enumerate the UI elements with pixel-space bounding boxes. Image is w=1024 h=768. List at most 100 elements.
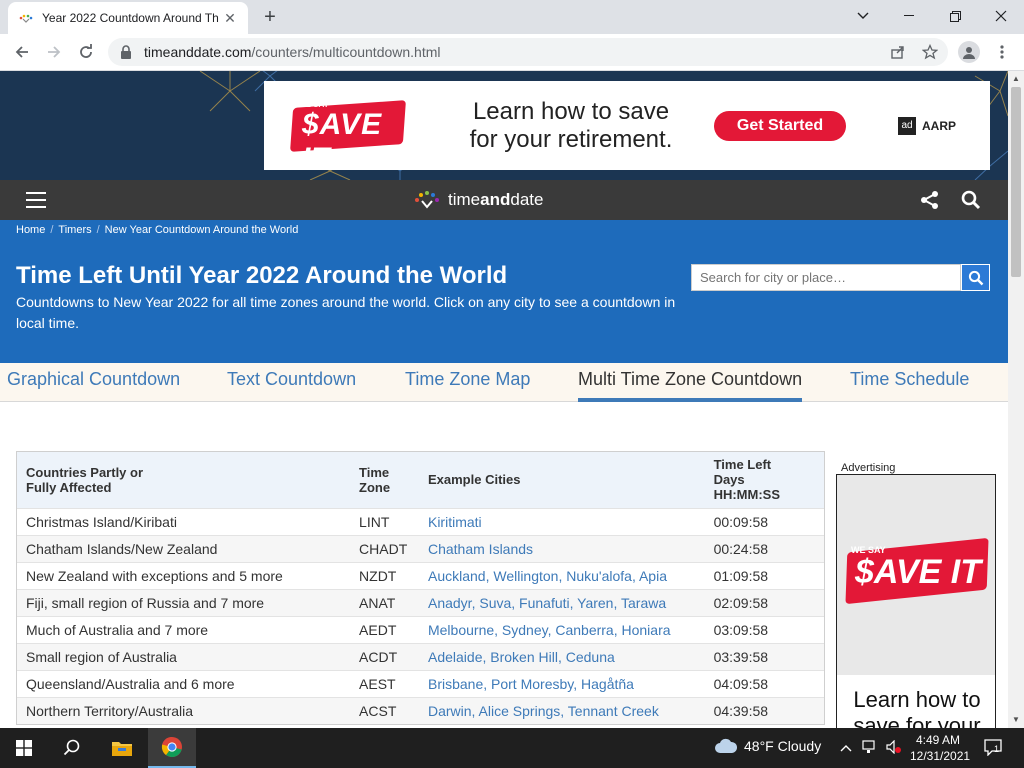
cell-time-left: 03:39:58 [713, 648, 769, 665]
cell-time-zone: LINT [359, 513, 390, 530]
bookmark-star-icon[interactable] [920, 42, 940, 62]
weather-widget[interactable]: 48°F Cloudy [714, 738, 821, 754]
cell-countries: Small region of Australia [26, 648, 177, 665]
column-header-time-left[interactable]: Time Left Days HH:MM:SS [705, 452, 824, 508]
breadcrumb-current[interactable]: New Year Countdown Around the World [105, 224, 299, 236]
lock-icon[interactable] [120, 45, 134, 59]
site-header: timeanddate [0, 180, 1008, 220]
tab-multi-time-zone-countdown[interactable]: Multi Time Zone Countdown [578, 369, 803, 402]
minimize-window-icon[interactable] [886, 0, 932, 32]
cell-countries: Christmas Island/Kiribati [26, 513, 177, 530]
cell-time-zone: CHADT [359, 540, 408, 557]
ad-partner-logos: ad AARP [898, 116, 956, 135]
cell-time-zone: ACDT [359, 648, 398, 665]
save-it-logo: WE SAY $AVE IT [290, 96, 406, 175]
cell-time-zone: ACST [359, 702, 397, 719]
timeanddate-logo[interactable]: timeanddate [414, 190, 543, 210]
hamburger-menu-icon[interactable] [26, 192, 46, 208]
network-icon[interactable] [862, 740, 878, 757]
notifications-icon[interactable]: 1 [984, 738, 1002, 759]
close-tab-icon[interactable]: ✕ [222, 10, 238, 26]
tab-time-schedule[interactable]: Time Schedule [850, 369, 969, 402]
table-row: Queensland/Australia and 6 more AEST Bri… [17, 670, 824, 697]
page-viewport: WE SAY $AVE IT Learn how to save for you… [0, 71, 1008, 728]
notification-count: 1 [994, 744, 1000, 754]
save-it-text: $AVE IT [855, 553, 981, 591]
cloud-icon [715, 738, 738, 753]
cell-time-left: 00:09:58 [713, 513, 769, 530]
windows-start-icon[interactable] [0, 728, 48, 768]
tab-graphical-countdown[interactable]: Graphical Countdown [7, 369, 180, 402]
column-header-zone-line1: Time [359, 464, 390, 480]
new-tab-button[interactable]: + [260, 7, 280, 27]
logo-text-date: date [510, 190, 544, 209]
share-icon[interactable] [920, 190, 940, 210]
cell-city-links[interactable]: Kiritimati [419, 508, 705, 535]
cell-city-links[interactable]: Adelaide, Broken Hill, Ceduna [419, 643, 705, 670]
cell-time-left: 04:09:58 [713, 675, 769, 692]
side-ad[interactable]: WE SAY $AVE IT Learn how to save for you… [836, 474, 996, 728]
show-hidden-icons-icon[interactable] [840, 740, 852, 755]
search-icon[interactable] [48, 728, 96, 768]
browser-tab-strip: Year 2022 Countdown Around Th ✕ + [0, 0, 1024, 34]
table-row: Northern Territory/Australia ACST Darwin… [17, 697, 824, 724]
cell-city-links[interactable]: Brisbane, Port Moresby, Hagåtña [419, 670, 705, 697]
share-page-icon[interactable] [888, 42, 908, 62]
scroll-up-arrow-icon[interactable]: ▲ [1008, 71, 1024, 87]
reload-icon[interactable] [74, 40, 98, 64]
cell-city-links[interactable]: Anadyr, Suva, Funafuti, Yaren, Tarawa [419, 589, 705, 616]
cell-countries: Northern Territory/Australia [26, 702, 194, 719]
logo-text: timeanddate [448, 190, 543, 210]
table-row: Christmas Island/Kiribati LINT Kiritimat… [17, 508, 824, 535]
city-search-input[interactable] [691, 264, 961, 291]
logo-dots-icon [415, 191, 439, 209]
cell-city-links[interactable]: Darwin, Alice Springs, Tennant Creek [419, 697, 705, 724]
cell-city-links[interactable]: Auckland, Wellington, Nuku'alofa, Apia [419, 562, 705, 589]
get-started-button[interactable]: Get Started [714, 110, 846, 141]
column-header-left-line1: Time Left [713, 457, 772, 473]
chrome-icon[interactable] [148, 728, 196, 768]
search-icon[interactable] [961, 190, 981, 210]
column-header-time-zone[interactable]: Time Zone [350, 452, 419, 508]
forward-arrow-icon[interactable] [42, 40, 66, 64]
cell-city-links[interactable]: Melbourne, Sydney, Canberra, Honiara [419, 616, 705, 643]
file-explorer-icon[interactable] [98, 728, 146, 768]
column-header-left-line3: HH:MM:SS [713, 487, 780, 503]
scroll-down-arrow-icon[interactable]: ▼ [1008, 712, 1024, 728]
column-header-example-cities[interactable]: Example Cities [419, 452, 705, 508]
city-search-button[interactable] [961, 264, 990, 291]
browser-toolbar: timeanddate.com/counters/multicountdown.… [0, 34, 1024, 71]
scrollbar-thumb[interactable] [1011, 87, 1021, 277]
table-header-row: Countries Partly or Fully Affected Time Zo… [17, 452, 824, 508]
table-row: Fiji, small region of Russia and 7 more … [17, 589, 824, 616]
volume-muted-icon[interactable] [886, 739, 902, 757]
address-bar[interactable]: timeanddate.com/counters/multicountdown.… [108, 38, 948, 66]
top-ad-banner[interactable]: WE SAY $AVE IT Learn how to save for you… [264, 81, 990, 175]
profile-avatar-icon[interactable] [958, 41, 980, 63]
browser-tab[interactable]: Year 2022 Countdown Around Th ✕ [8, 2, 248, 34]
column-header-zone-line2: Zone [359, 479, 391, 495]
countdown-table: Countries Partly or Fully Affected Time Zo… [16, 451, 825, 725]
browser-menu-icon[interactable] [992, 42, 1012, 62]
page-scrollbar[interactable]: ▲ ▼ [1008, 71, 1024, 728]
system-clock[interactable]: 4:49 AM 12/31/2021 [910, 732, 970, 764]
cell-city-links[interactable]: Chatham Islands [419, 535, 705, 562]
ad-headline: Learn how to save for your retirement. [469, 97, 673, 153]
restore-window-icon[interactable] [932, 0, 978, 32]
cell-time-zone: AEST [359, 675, 396, 692]
tab-text-countdown[interactable]: Text Countdown [227, 369, 356, 402]
back-arrow-icon[interactable] [10, 40, 34, 64]
cell-time-left: 00:24:58 [713, 540, 769, 557]
breadcrumb-timers[interactable]: Timers [58, 224, 91, 236]
column-header-countries-line2: Fully Affected [26, 479, 112, 495]
table-row: New Zealand with exceptions and 5 more N… [17, 562, 824, 589]
url-path: /counters/multicountdown.html [251, 44, 441, 60]
breadcrumb-home[interactable]: Home [16, 224, 45, 236]
cell-time-zone: ANAT [359, 594, 396, 611]
tab-time-zone-map[interactable]: Time Zone Map [405, 369, 530, 402]
ad-council-logo: ad [898, 116, 916, 135]
close-window-icon[interactable] [978, 0, 1024, 32]
column-header-countries[interactable]: Countries Partly or Fully Affected [17, 452, 350, 508]
tab-search-icon[interactable] [840, 0, 886, 32]
hero-section: Home / Timers / New Year Countdown Aroun… [0, 220, 1008, 363]
